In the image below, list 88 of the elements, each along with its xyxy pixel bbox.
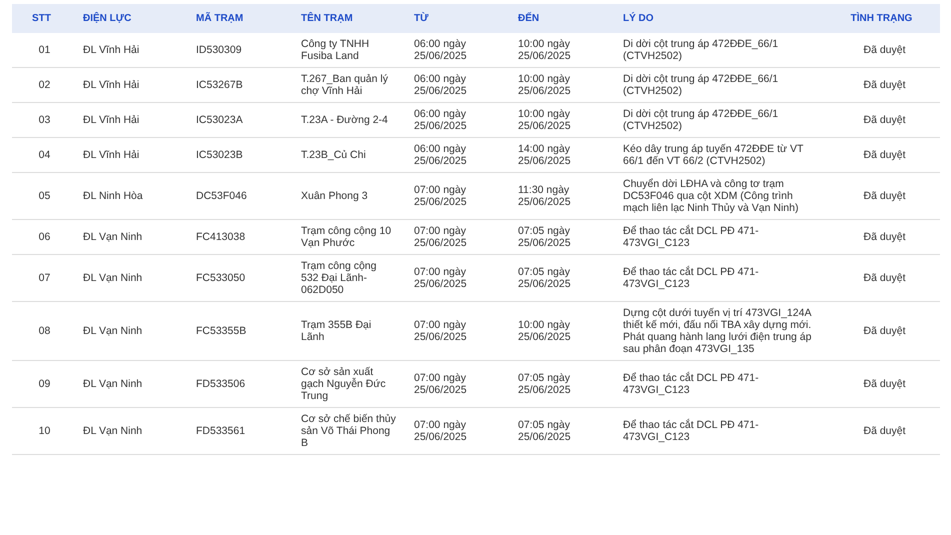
table-cell: 10 <box>38 425 50 437</box>
table-cell-text: Để thao tác cắt DCL PĐ 471-473VGI_C123 <box>623 419 760 443</box>
column-header: STT <box>32 13 51 24</box>
status-text: Đã duyệt <box>863 272 906 284</box>
table-cell: FC533050 <box>196 272 246 284</box>
table-cell-text: 07:05 ngày 25/06/2025 <box>518 266 572 290</box>
table-cell-text: 06:00 ngày 25/06/2025 <box>414 143 468 167</box>
status-text: Đã duyệt <box>863 114 906 126</box>
table-cell: ĐL Vạn Ninh <box>83 231 142 243</box>
table-cell: ĐL Vạn Ninh <box>83 425 142 437</box>
table-cell-text: 07:00 ngày 25/06/2025 <box>414 372 468 396</box>
table-cell-text: Trạm 355B Đại Lãnh <box>301 319 372 343</box>
table-cell: 05 <box>38 190 50 202</box>
table-cell-text: Để thao tác cắt DCL PĐ 471-473VGI_C123 <box>623 225 760 249</box>
table-cell: 03 <box>38 114 50 126</box>
table-cell-text: 07:00 ngày 25/06/2025 <box>414 266 468 290</box>
table-cell: IC53267B <box>196 79 243 91</box>
table-cell-text: 07:00 ngày 25/06/2025 <box>414 319 468 343</box>
table-cell: ĐL Vạn Ninh <box>83 325 142 337</box>
table-cell-text: Trạm công cộng 10 Vạn Phước <box>301 225 392 249</box>
table-cell-text: 10:00 ngày 25/06/2025 <box>518 108 572 132</box>
table-cell: ĐL Vĩnh Hải <box>83 79 140 91</box>
table-cell-text: Di dời cột trung áp 472ĐĐE_66/1 (CTVH2502) <box>623 38 780 62</box>
table-cell: 08 <box>38 325 50 337</box>
table-cell-text: Kéo dây trung áp tuyến 472ĐĐE từ VT 66/1 đến VT 66/2 (CTVH2502) <box>623 143 804 167</box>
column-header: MÃ TRẠM <box>196 13 244 24</box>
table-cell: T.23B_Củ Chi <box>301 149 366 161</box>
table-cell: 01 <box>38 44 50 56</box>
table-cell-text: 06:00 ngày 25/06/2025 <box>414 73 468 97</box>
table-cell-text: Trạm công cộng 532 Đại Lãnh-062D050 <box>301 260 378 296</box>
column-header: TÊN TRẠM <box>301 13 353 24</box>
table-cell-text: 07:05 ngày 25/06/2025 <box>518 419 572 443</box>
table-cell: 04 <box>38 149 50 161</box>
column-header: TỪ <box>414 13 428 24</box>
table-cell-text: 10:00 ngày 25/06/2025 <box>518 319 572 343</box>
status-text: Đã duyệt <box>863 190 906 202</box>
table-cell: FC413038 <box>196 231 246 243</box>
table-cell-text: Để thao tác cắt DCL PĐ 471-473VGI_C123 <box>623 266 760 290</box>
status-text: Đã duyệt <box>863 79 906 91</box>
table-cell-text: Di dời cột trung áp 472ĐĐE_66/1 (CTVH2502) <box>623 73 780 97</box>
table-cell: Cơ sở chế biến thủy sản Võ Thái Phong B <box>301 413 396 449</box>
table-cell-text: 07:00 ngày 25/06/2025 <box>414 225 468 249</box>
column-header: ĐẾN <box>518 13 540 24</box>
table-cell: FD533561 <box>196 425 246 437</box>
status-text: Đã duyệt <box>863 425 906 437</box>
table-cell: ĐL Vĩnh Hải <box>83 114 140 126</box>
table-cell: FC53355B <box>196 325 246 337</box>
status-text: Đã duyệt <box>863 231 906 243</box>
table-cell: ĐL Ninh Hòa <box>83 190 143 202</box>
table-cell: T.23A - Đường 2-4 <box>301 114 388 126</box>
table-cell-text: Để thao tác cắt DCL PĐ 471-473VGI_C123 <box>623 372 760 396</box>
table-cell-text: 06:00 ngày 25/06/2025 <box>414 38 468 62</box>
column-header: TÌNH TRẠNG <box>850 13 912 24</box>
table-cell: ID530309 <box>196 44 242 56</box>
table-cell-text: 14:00 ngày 25/06/2025 <box>518 143 572 167</box>
table-cell-text: T.267_Ban quản lý chợ Vĩnh Hải <box>301 73 389 97</box>
table-cell-text: 07:00 ngày 25/06/2025 <box>414 419 468 443</box>
table-cell-text: Chuyển dời LĐHA và công tơ trạm DC53F046 qua cột XDM (Công trình mạch liên lạc Ninh Thủy và Vạn Ninh) <box>623 178 800 214</box>
table-cell-text: 07:05 ngày 25/06/2025 <box>518 225 572 249</box>
table-cell: FD533506 <box>196 378 246 390</box>
table-cell-text: Di dời cột trung áp 472ĐĐE_66/1 (CTVH2502) <box>623 108 780 132</box>
table-cell-text: 07:05 ngày 25/06/2025 <box>518 372 572 396</box>
table-cell-text: 06:00 ngày 25/06/2025 <box>414 108 468 132</box>
column-header: LÝ DO <box>623 13 654 24</box>
status-text: Đã duyệt <box>863 44 906 56</box>
table-cell: DC53F046 <box>196 190 247 202</box>
table-cell: ĐL Vĩnh Hải <box>83 44 140 56</box>
table-cell-text: 10:00 ngày 25/06/2025 <box>518 73 572 97</box>
table-cell-text: Dựng cột dưới tuyến vị trí 473VGI_124A thiết kế mới, đấu nối TBA xây dựng mới. Phát quang hành lang lưới điện trung áp sau phân đoạn 473VGI_135 <box>623 307 812 355</box>
table-cell: 07 <box>38 272 50 284</box>
status-text: Đã duyệt <box>863 378 906 390</box>
table-cell: 02 <box>38 79 50 91</box>
table-cell: 09 <box>38 378 50 390</box>
table-cell-text: Công ty TNHH Fusiba Land <box>301 38 370 62</box>
status-text: Đã duyệt <box>863 325 906 337</box>
column-header: ĐIỆN LỰC <box>83 13 132 24</box>
table-cell: IC53023A <box>196 114 243 126</box>
table-cell: IC53023B <box>196 149 243 161</box>
table-cell-text: Cơ sở sản xuất gạch Nguyễn Đức Trung <box>301 366 387 402</box>
status-text: Đã duyệt <box>863 149 906 161</box>
table-cell: 06 <box>38 231 50 243</box>
table-cell: ĐL Vĩnh Hải <box>83 149 140 161</box>
table-cell-text: 11:30 ngày 25/06/2025 <box>518 184 572 208</box>
table-cell: ĐL Vạn Ninh <box>83 378 142 390</box>
table-cell-text: 10:00 ngày 25/06/2025 <box>518 38 572 62</box>
table-cell: Xuân Phong 3 <box>301 190 368 202</box>
table-cell-text: 07:00 ngày 25/06/2025 <box>414 184 468 208</box>
table-cell: ĐL Vạn Ninh <box>83 272 142 284</box>
